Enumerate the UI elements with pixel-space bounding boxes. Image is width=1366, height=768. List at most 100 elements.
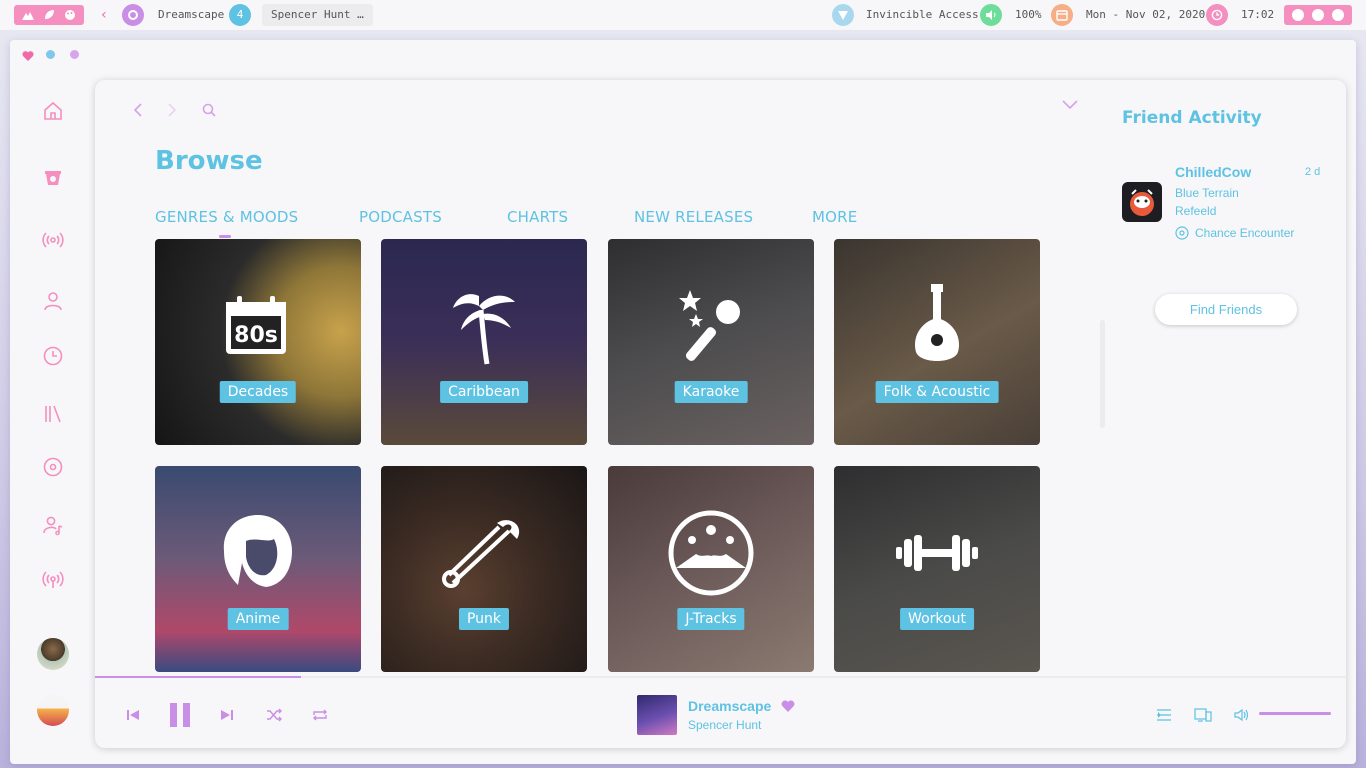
date-display: Mon - Nov 02, 2020 xyxy=(1086,8,1206,21)
calendar-icon[interactable] xyxy=(1051,4,1073,26)
library-icon[interactable] xyxy=(41,402,65,426)
genre-tile-j-tracks[interactable]: J-Tracks xyxy=(608,466,814,672)
repeat-icon[interactable] xyxy=(311,707,329,723)
now-playing-artist[interactable]: Spencer Hunt xyxy=(688,718,761,732)
album-icon[interactable] xyxy=(41,455,65,479)
friend-context[interactable]: Chance Encounter xyxy=(1175,226,1294,240)
tile-label: J-Tracks xyxy=(677,608,745,630)
page-title: Browse xyxy=(155,146,263,176)
queue-icon[interactable] xyxy=(1155,707,1173,723)
genre-tile-anime[interactable]: Anime xyxy=(155,466,361,672)
minimize-dot[interactable] xyxy=(46,50,55,59)
friend-avatar[interactable] xyxy=(1122,182,1162,222)
pause-icon[interactable] xyxy=(167,700,193,730)
main-panel: Browse GENRES & MOODS PODCASTS CHARTS NE… xyxy=(95,80,1346,748)
tile-label: Karaoke xyxy=(674,381,748,403)
volume-slider[interactable] xyxy=(1259,712,1331,715)
volume-icon[interactable] xyxy=(1233,707,1251,723)
session-controls[interactable] xyxy=(1284,5,1352,25)
tab-genres-moods[interactable]: GENRES & MOODS xyxy=(155,208,298,226)
content-scrollbar[interactable] xyxy=(1100,320,1105,428)
previous-track-icon[interactable] xyxy=(125,707,141,723)
now-playing-title[interactable]: Dreamscape xyxy=(688,698,771,714)
artist-chip: Spencer Hunt … xyxy=(262,4,373,26)
vpn-status: Invincible Access xyxy=(866,8,979,21)
workspace-badge[interactable]: 4 xyxy=(229,4,251,26)
palette-icon[interactable] xyxy=(63,8,77,22)
browse-icon[interactable] xyxy=(41,165,65,189)
mount-fuji-icon xyxy=(656,508,766,598)
playback-progress-bar[interactable] xyxy=(95,676,1346,678)
speaker-icon[interactable] xyxy=(980,4,1002,26)
find-friends-button[interactable]: Find Friends xyxy=(1155,294,1297,325)
anime-girl-icon xyxy=(203,508,313,598)
now-playing-cover[interactable] xyxy=(637,695,677,735)
dumbbell-icon xyxy=(882,508,992,598)
tab-new-releases[interactable]: NEW RELEASES xyxy=(634,208,753,226)
tile-label: Workout xyxy=(900,608,974,630)
svg-text:80s: 80s xyxy=(234,323,278,348)
power-icon[interactable] xyxy=(1332,9,1344,21)
microphone-stars-icon xyxy=(656,281,766,371)
genre-tile-caribbean[interactable]: Caribbean xyxy=(381,239,587,445)
safety-pin-icon xyxy=(429,508,539,598)
next-track-icon[interactable] xyxy=(219,707,235,723)
player-title: Dreamscape xyxy=(158,8,225,21)
clock-icon[interactable] xyxy=(1206,4,1228,26)
launcher-group[interactable] xyxy=(14,5,84,25)
tile-label: Anime xyxy=(227,608,289,630)
playlist-avatar[interactable] xyxy=(37,694,69,726)
genre-tile-folk-acoustic[interactable]: Folk & Acoustic xyxy=(834,239,1040,445)
active-tab-indicator xyxy=(219,235,231,238)
system-top-bar: ‹ Dreamscape 4 Spencer Hunt … Invincible… xyxy=(0,0,1366,30)
mountain-icon[interactable] xyxy=(21,8,35,22)
playback-progress-fill xyxy=(95,676,302,678)
user-avatar[interactable] xyxy=(37,638,69,670)
search-icon[interactable] xyxy=(201,102,219,120)
music-disc-icon[interactable] xyxy=(122,4,144,26)
back-arrow-icon[interactable] xyxy=(131,102,149,120)
genre-tile-workout[interactable]: Workout xyxy=(834,466,1040,672)
tab-podcasts[interactable]: PODCASTS xyxy=(359,208,442,226)
tile-label: Caribbean xyxy=(440,381,528,403)
forward-arrow-icon[interactable] xyxy=(163,102,181,120)
smile-icon[interactable] xyxy=(1312,9,1324,21)
podcast-icon[interactable] xyxy=(41,568,65,592)
radio-icon[interactable] xyxy=(41,228,65,252)
genre-tile-decades[interactable]: 80s Decades xyxy=(155,239,361,445)
genre-tile-punk[interactable]: Punk xyxy=(381,466,587,672)
heart-icon[interactable] xyxy=(22,49,34,67)
artist-icon[interactable] xyxy=(41,513,65,537)
tile-label: Punk xyxy=(458,608,510,630)
back-chevron-icon[interactable]: ‹ xyxy=(97,6,111,24)
shield-icon[interactable] xyxy=(832,4,854,26)
album-disc-icon xyxy=(1175,226,1189,240)
tab-more[interactable]: MORE xyxy=(812,208,857,226)
devices-icon[interactable] xyxy=(1193,707,1213,723)
user-menu-chevron-icon[interactable] xyxy=(1061,98,1079,116)
friend-track-artist[interactable]: Refeeld xyxy=(1175,204,1216,218)
profile-icon[interactable] xyxy=(41,289,65,313)
shuffle-icon[interactable] xyxy=(265,707,283,723)
toggle-icon[interactable] xyxy=(1292,9,1304,21)
time-display: 17:02 xyxy=(1241,8,1275,21)
tile-label: Decades xyxy=(219,381,297,403)
friend-name[interactable]: ChilledCow xyxy=(1175,164,1251,180)
like-heart-icon[interactable] xyxy=(781,700,795,718)
volume-level: 100% xyxy=(1015,8,1042,21)
calendar-80s-icon: 80s xyxy=(203,281,313,371)
leaf-icon[interactable] xyxy=(42,8,56,22)
friend-activity-time: 2 d xyxy=(1305,166,1321,178)
friend-context-label: Chance Encounter xyxy=(1195,226,1295,240)
genre-tile-karaoke[interactable]: Karaoke xyxy=(608,239,814,445)
friend-track[interactable]: Blue Terrain xyxy=(1175,186,1239,200)
spotify-window: Browse GENRES & MOODS PODCASTS CHARTS NE… xyxy=(10,40,1356,764)
tab-charts[interactable]: CHARTS xyxy=(507,208,568,226)
mandolin-icon xyxy=(882,281,992,371)
maximize-dot[interactable] xyxy=(70,50,79,59)
palm-tree-icon xyxy=(429,281,539,371)
tile-label: Folk & Acoustic xyxy=(875,381,999,403)
home-icon[interactable] xyxy=(41,99,65,123)
recent-clock-icon[interactable] xyxy=(41,344,65,368)
friend-activity-title: Friend Activity xyxy=(1122,108,1262,128)
